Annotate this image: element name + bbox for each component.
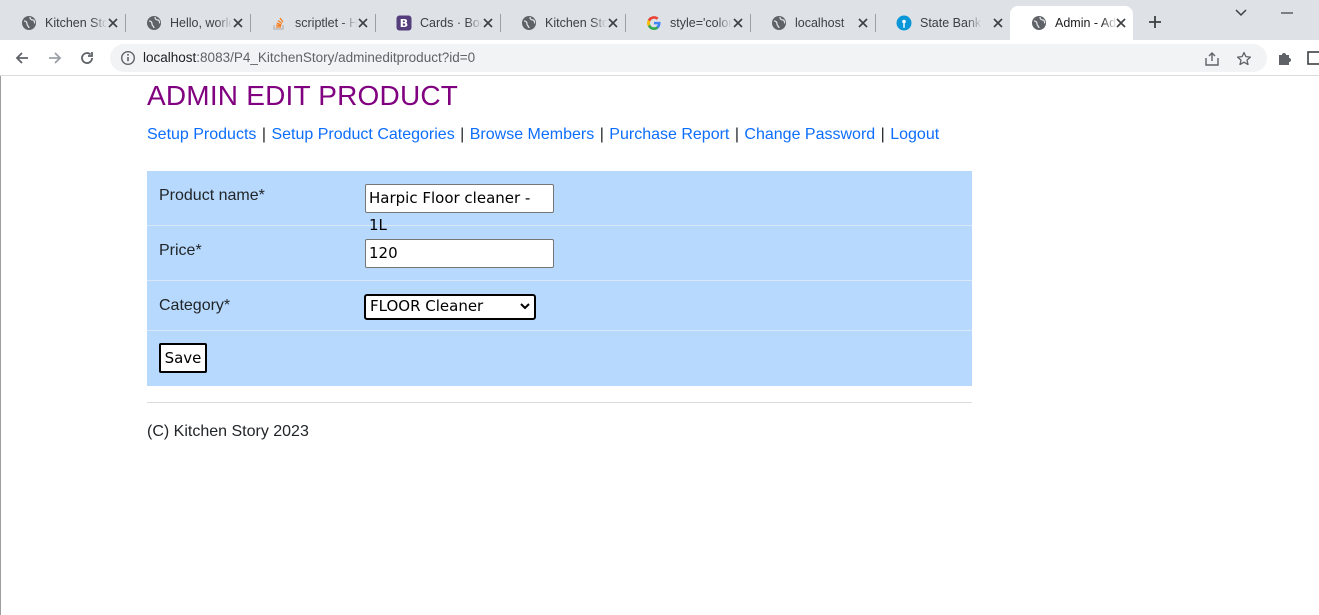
star-icon xyxy=(1236,51,1252,66)
nav-setup-product-categories[interactable]: Setup Product Categories xyxy=(271,126,454,143)
nav-separator: | xyxy=(880,126,885,143)
tab-title: Hello, world xyxy=(170,16,232,30)
edit-product-form: Product name* Harpic Floor cleaner - 1L … xyxy=(147,171,972,386)
category-select[interactable]: FLOOR Cleaner xyxy=(364,294,536,320)
nav-purchase-report[interactable]: Purchase Report xyxy=(609,126,729,143)
browser-tab[interactable]: scriptlet - H xyxy=(250,6,376,40)
sbi-icon xyxy=(896,15,912,31)
browser-tab[interactable]: Kitchen Story xyxy=(0,6,126,40)
bootstrap-icon: B xyxy=(396,15,412,31)
globe-icon xyxy=(771,15,787,31)
address-bar[interactable]: localhost:8083/P4_KitchenStory/adminedit… xyxy=(110,44,1267,72)
browser-tab-strip: Kitchen Story Hello, world scriptlet - H BC… xyxy=(0,0,1319,40)
browser-tab[interactable]: style='color xyxy=(625,6,751,40)
reload-button[interactable] xyxy=(77,48,97,68)
globe-icon xyxy=(1031,15,1047,31)
back-button[interactable] xyxy=(12,48,32,68)
price-label: Price* xyxy=(159,242,202,259)
close-icon[interactable] xyxy=(730,15,746,31)
close-icon[interactable] xyxy=(990,15,1006,31)
globe-icon xyxy=(21,15,37,31)
close-icon[interactable] xyxy=(855,15,871,31)
divider xyxy=(147,402,972,403)
close-icon[interactable] xyxy=(605,15,621,31)
tab-title: Kitchen Story xyxy=(545,16,607,30)
nav-change-password[interactable]: Change Password xyxy=(744,126,875,143)
tab-title: Admin - Ad xyxy=(1055,16,1117,30)
close-icon[interactable] xyxy=(480,15,496,31)
share-icon xyxy=(1205,52,1219,66)
product-name-input[interactable]: Harpic Floor cleaner - 1L xyxy=(365,184,554,234)
browser-tab[interactable]: localhost xyxy=(750,6,876,40)
bookmark-button[interactable] xyxy=(1235,50,1253,68)
nav-browse-members[interactable]: Browse Members xyxy=(470,126,594,143)
nav-separator: | xyxy=(734,126,739,143)
tab-title: style='color xyxy=(670,16,732,30)
browser-tab[interactable]: Admin - Ad xyxy=(1010,6,1133,40)
nav-separator: | xyxy=(599,126,604,143)
svg-text:B: B xyxy=(400,17,408,30)
close-icon[interactable] xyxy=(105,15,121,31)
category-label: Category* xyxy=(159,297,231,314)
extensions-button[interactable] xyxy=(1274,48,1294,68)
tab-title: scriptlet - H xyxy=(295,16,357,30)
google-icon xyxy=(646,15,662,31)
price-input[interactable]: 120 xyxy=(365,239,554,268)
plus-icon xyxy=(1149,16,1161,28)
product-name-row: Product name* Harpic Floor cleaner - 1L xyxy=(147,171,972,234)
price-row: Price* 120 xyxy=(147,226,972,281)
new-tab-button[interactable] xyxy=(1144,11,1166,33)
tab-title: Kitchen Story xyxy=(45,16,107,30)
nav-separator: | xyxy=(460,126,465,143)
tab-title: localhost xyxy=(795,16,845,30)
forward-button[interactable] xyxy=(45,48,65,68)
side-panel-button[interactable] xyxy=(1304,48,1319,68)
nav-logout[interactable]: Logout xyxy=(890,126,939,143)
side-panel-icon xyxy=(1307,51,1319,65)
minimize-button[interactable] xyxy=(1272,4,1302,22)
product-name-label: Product name* xyxy=(159,187,265,204)
save-button[interactable]: Save xyxy=(159,343,207,373)
admin-nav: Setup Products | Setup Product Categorie… xyxy=(147,126,939,144)
close-icon[interactable] xyxy=(1113,15,1129,31)
browser-toolbar: localhost:8083/P4_KitchenStory/adminedit… xyxy=(0,40,1319,76)
chevron-down-icon xyxy=(1235,9,1247,17)
chevron-down-icon xyxy=(520,303,530,310)
nav-setup-products[interactable]: Setup Products xyxy=(147,126,256,143)
puzzle-icon xyxy=(1279,53,1291,65)
close-icon[interactable] xyxy=(355,15,371,31)
tab-title: Cards · Boo xyxy=(420,16,482,30)
browser-tab[interactable]: Hello, world xyxy=(125,6,251,40)
nav-separator: | xyxy=(261,126,267,143)
reload-icon xyxy=(81,52,93,64)
globe-icon xyxy=(521,15,537,31)
url-text: localhost:8083/P4_KitchenStory/adminedit… xyxy=(143,50,476,65)
category-row: Category* FLOOR Cleaner xyxy=(147,281,972,331)
browser-tab[interactable]: Kitchen Story xyxy=(500,6,626,40)
arrow-right-icon xyxy=(49,52,62,64)
globe-icon xyxy=(146,15,162,31)
minimize-icon xyxy=(1281,12,1293,14)
arrow-left-icon xyxy=(15,52,28,64)
tab-title: State Bank xyxy=(920,16,982,30)
info-icon[interactable] xyxy=(120,50,136,66)
share-button[interactable] xyxy=(1203,50,1221,68)
category-selected-value: FLOOR Cleaner xyxy=(370,297,484,315)
close-icon[interactable] xyxy=(230,15,246,31)
stackoverflow-icon xyxy=(271,15,287,31)
footer-copyright: (C) Kitchen Story 2023 xyxy=(147,423,309,440)
browser-tab[interactable]: State Bank xyxy=(875,6,1010,40)
window-left-edge xyxy=(0,76,1,615)
browser-tab[interactable]: B Cards · Boo xyxy=(375,6,501,40)
tab-search-button[interactable] xyxy=(1226,4,1256,22)
page-title: ADMIN EDIT PRODUCT xyxy=(147,80,459,111)
